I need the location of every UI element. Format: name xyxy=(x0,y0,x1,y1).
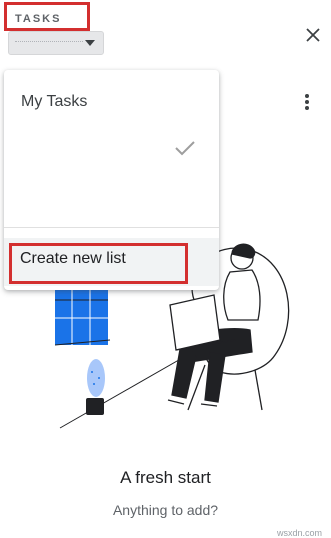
plant-graphic xyxy=(86,359,105,415)
empty-state-title: A fresh start xyxy=(120,468,211,487)
close-button[interactable] xyxy=(304,26,322,44)
selected-list-name xyxy=(15,41,83,47)
task-list-selector[interactable] xyxy=(8,31,104,55)
watermark: wsxdn.com xyxy=(277,528,323,538)
check-icon xyxy=(174,140,196,161)
menu-item-my-tasks[interactable]: My Tasks xyxy=(21,93,87,111)
title-highlight-box xyxy=(4,2,90,31)
more-vertical-icon[interactable] xyxy=(305,94,311,112)
create-highlight-box xyxy=(9,243,188,284)
window-graphic xyxy=(54,290,111,346)
close-icon xyxy=(306,28,320,42)
empty-state-subtitle: Anything to add? xyxy=(112,502,219,518)
caret-down-icon xyxy=(85,40,95,46)
menu-divider xyxy=(4,227,219,228)
